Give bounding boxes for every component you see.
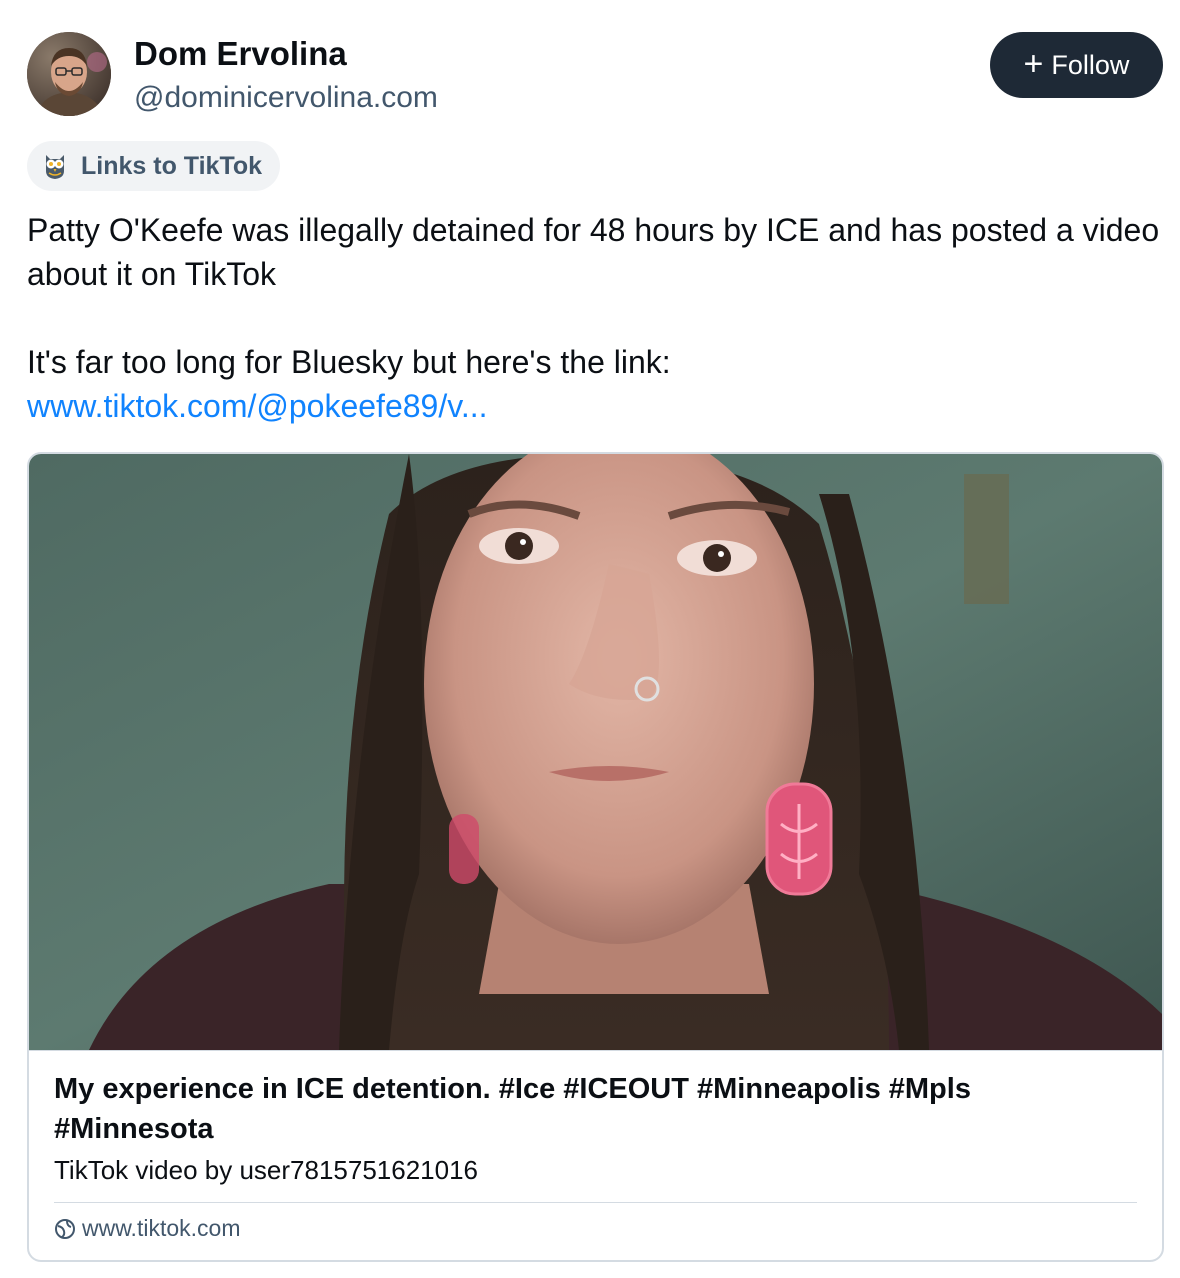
follow-button[interactable]: + Follow (990, 32, 1163, 98)
author-handle[interactable]: @dominicervolina.com (134, 78, 438, 118)
plus-icon: + (1023, 44, 1044, 83)
avatar-image (27, 32, 111, 116)
link-preview-description: TikTok video by user7815751621016 (54, 1155, 478, 1185)
link-preview-card[interactable]: My experience in ICE detention. #Ice #IC… (27, 452, 1164, 1262)
follow-button-label: Follow (1051, 49, 1130, 80)
post-text: Patty O'Keefe was illegally detained for… (27, 208, 1167, 428)
link-preview-thumbnail (29, 454, 1162, 1050)
author-display-name[interactable]: Dom Ervolina (134, 34, 438, 74)
content-label-text: Links to TikTok (81, 151, 263, 180)
link-preview-domain: www.tiktok.com (54, 1215, 240, 1242)
owl-icon (46, 155, 64, 179)
link-preview-meta: My experience in ICE detention. #Ice #IC… (29, 1050, 1162, 1260)
author-info: Dom Ervolina @dominicervolina.com (134, 34, 438, 118)
link-preview-title: My experience in ICE detention. #Ice #IC… (54, 1073, 971, 1145)
content-label-chip[interactable]: Links to TikTok (27, 141, 281, 191)
divider (54, 1202, 1137, 1203)
post-link[interactable]: www.tiktok.com/@pokeefe89/v... (27, 388, 488, 424)
post-paragraph: It's far too long for Bluesky but here's… (27, 344, 671, 380)
author-avatar[interactable] (27, 32, 111, 116)
post: Dom Ervolina @dominicervolina.com + Foll… (0, 0, 1180, 1278)
globe-icon (55, 1218, 75, 1239)
link-preview-domain-text: www.tiktok.com (82, 1215, 241, 1241)
post-paragraph: Patty O'Keefe was illegally detained for… (27, 212, 1160, 292)
